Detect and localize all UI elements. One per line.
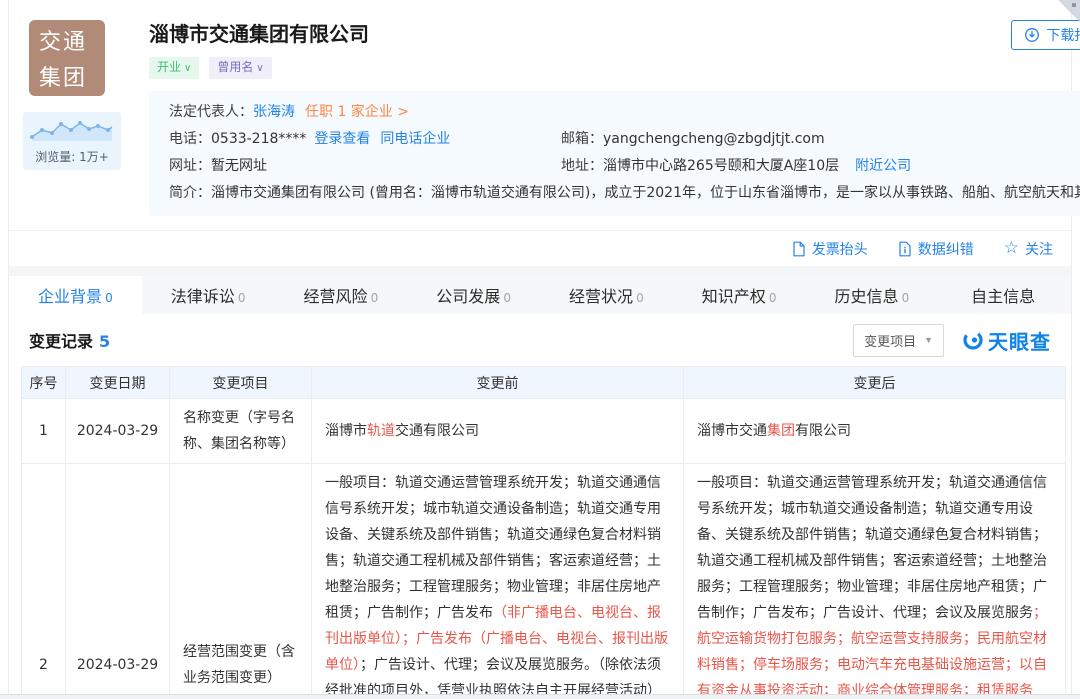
section-count-badge: 5 xyxy=(99,332,110,351)
change-date: 2024-03-29 xyxy=(66,399,170,464)
brand-logo: 天眼查 xyxy=(962,326,1051,355)
views-box: 浏览量: 1万+ xyxy=(23,112,121,170)
data-correction-button[interactable]: 数据纠错 xyxy=(898,239,974,259)
tab-operating-status[interactable]: 经营状况0 xyxy=(540,276,673,314)
tab-history-info[interactable]: 历史信息0 xyxy=(806,276,939,314)
table-header-row: 序号 变更日期 变更项目 变更前 变更后 xyxy=(22,367,1066,399)
views-count: 浏览量: 1万+ xyxy=(27,148,117,165)
chevron-down-icon: ∨ xyxy=(184,63,191,74)
document-info-icon xyxy=(898,241,912,257)
company-logo-line2: 集团 xyxy=(39,60,95,92)
follow-button[interactable]: ☆ 关注 xyxy=(1004,239,1053,259)
change-item: 名称变更（字号名称、集团名称等） xyxy=(170,399,312,464)
company-info-panel: 法定代表人： 张海涛 任职 1 家企业 > 电话： 0533-218**** 登… xyxy=(149,91,1080,216)
login-to-view-link[interactable]: 登录查看 xyxy=(314,126,370,153)
tab-company-background[interactable]: 企业背景0 xyxy=(9,276,142,314)
invoice-title-button[interactable]: 发票抬头 xyxy=(792,239,868,259)
table-row: 2 2024-03-29 经营范围变更（含业务范围变更） 一般项目：轨道交通运营… xyxy=(22,464,1066,699)
follow-label: 关注 xyxy=(1025,239,1053,259)
main-tabbar: 企业背景0 法律诉讼0 经营风险0 公司发展0 经营状况0 知识产权0 历史信息… xyxy=(9,276,1071,314)
corner-fold-decoration xyxy=(1058,0,1080,22)
invoice-title-label: 发票抬头 xyxy=(812,239,868,259)
col-header-no: 序号 xyxy=(22,367,66,399)
tab-legal-litigation[interactable]: 法律诉讼0 xyxy=(142,276,275,314)
chevron-down-icon: ▼ xyxy=(924,335,933,345)
email-value: yangchengcheng@zbgdjtjt.com xyxy=(603,126,825,153)
corner-fold-dot xyxy=(1072,3,1076,7)
phone-value: 0533-218**** xyxy=(211,126,306,153)
row-no: 2 xyxy=(22,464,66,699)
views-sparkline-chart xyxy=(28,118,116,142)
change-after: 淄博市交通集团有限公司 xyxy=(684,399,1066,464)
change-item-filter-dropdown[interactable]: 变更项目 ▼ xyxy=(853,324,944,357)
description-label: 简介： xyxy=(169,180,211,207)
page: 交通 集团 浏览量: 1万+ xyxy=(0,0,1080,699)
email-label: 邮箱： xyxy=(561,126,603,153)
address-label: 地址： xyxy=(561,153,603,180)
data-correction-label: 数据纠错 xyxy=(918,239,974,259)
section-title: 变更记录 xyxy=(29,332,93,351)
download-report-label: 下载报告 xyxy=(1046,25,1080,45)
legal-rep-name-link[interactable]: 张海涛 xyxy=(253,99,295,126)
chevron-down-icon: ∨ xyxy=(256,63,263,74)
legal-rep-label: 法定代表人： xyxy=(169,99,253,126)
tab-operation-risk[interactable]: 经营风险0 xyxy=(275,276,408,314)
company-logo-line1: 交通 xyxy=(39,24,95,56)
nearby-companies-link[interactable]: 附近公司 xyxy=(855,153,911,180)
tab-intellectual-property[interactable]: 知识产权0 xyxy=(673,276,806,314)
download-icon xyxy=(1024,27,1040,43)
tab-self-published-info[interactable]: 自主信息 xyxy=(938,276,1071,314)
website-label: 网址： xyxy=(169,153,211,180)
former-name-badge[interactable]: 曾用名∨ xyxy=(209,57,271,79)
secondary-actions-bar: 发票抬头 数据纠错 ☆ 关注 xyxy=(9,230,1071,266)
change-before: 一般项目：轨道交通运营管理系统开发；轨道交通通信信号系统开发；城市轨道交通设备制… xyxy=(312,464,684,699)
filter-label: 变更项目 xyxy=(864,331,916,350)
tab-company-development[interactable]: 公司发展0 xyxy=(407,276,540,314)
main-content: 变更记录 5 变更项目 ▼ 天眼查 xyxy=(9,314,1071,699)
brand-eye-icon xyxy=(962,329,984,351)
address-value: 淄博市中心路265号颐和大厦A座10层 xyxy=(603,153,839,180)
col-header-after: 变更后 xyxy=(684,367,1066,399)
brand-name: 天眼查 xyxy=(988,326,1051,355)
company-logo: 交通 集团 xyxy=(29,20,105,96)
col-header-before: 变更前 xyxy=(312,367,684,399)
section-divider xyxy=(9,266,1071,276)
change-item: 经营范围变更（含业务范围变更） xyxy=(170,464,312,699)
phone-label: 电话： xyxy=(169,126,211,153)
change-date: 2024-03-29 xyxy=(66,464,170,699)
change-after: 一般项目：轨道交通运营管理系统开发；轨道交通通信信号系统开发；城市轨道交通设备制… xyxy=(684,464,1066,699)
same-phone-companies-link[interactable]: 同电话企业 xyxy=(380,126,450,153)
page-title: 淄博市交通集团有限公司 xyxy=(149,20,929,48)
change-records-table: 序号 变更日期 变更项目 变更前 变更后 1 2024-03-29 名称变更（字… xyxy=(21,366,1066,699)
website-value: 暂无网址 xyxy=(211,153,267,180)
description-text: 淄博市交通集团有限公司 (曾用名：淄博市轨道交通有限公司)，成立于2021年，位… xyxy=(211,180,1080,207)
star-icon: ☆ xyxy=(1004,240,1019,257)
col-header-date: 变更日期 xyxy=(66,367,170,399)
legal-rep-companies-link[interactable]: 任职 1 家企业 > xyxy=(305,99,409,126)
table-row: 1 2024-03-29 名称变更（字号名称、集团名称等） 淄博市轨道交通有限公… xyxy=(22,399,1066,464)
row-no: 1 xyxy=(22,399,66,464)
download-report-button[interactable]: 下载报告 xyxy=(1011,20,1080,50)
status-badge-open[interactable]: 开业∨ xyxy=(149,57,199,79)
change-before: 淄博市轨道交通有限公司 xyxy=(312,399,684,464)
company-header: 交通 集团 浏览量: 1万+ xyxy=(9,0,1071,230)
col-header-item: 变更项目 xyxy=(170,367,312,399)
document-icon xyxy=(792,241,806,257)
window-bottom-edge xyxy=(0,694,1080,699)
